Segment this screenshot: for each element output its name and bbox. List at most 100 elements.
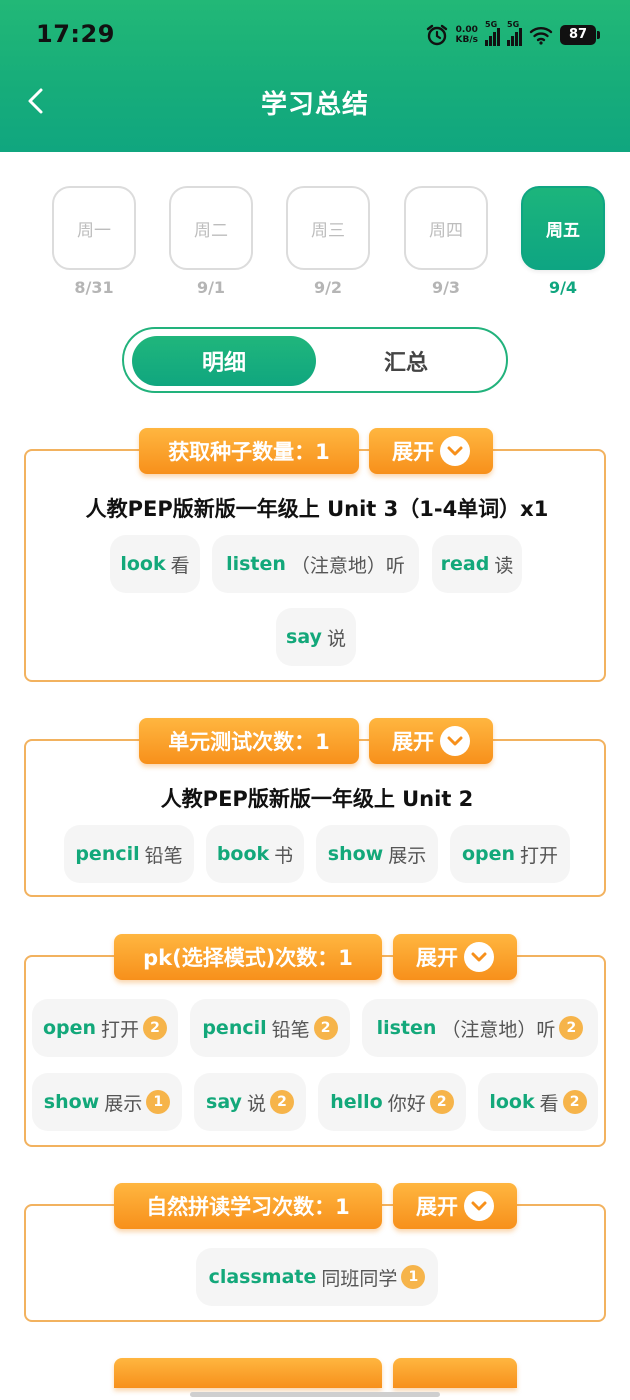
word-chip[interactable]: book 书 bbox=[206, 825, 304, 883]
day-tab-mon[interactable]: 周一 8/31 bbox=[52, 186, 136, 297]
word-zh: 说 bbox=[246, 1092, 266, 1115]
word-en: classmate bbox=[208, 1266, 317, 1288]
word-zh: 看 bbox=[170, 554, 190, 577]
word-chip[interactable]: listen （注意地）听 2 bbox=[362, 999, 598, 1057]
network-speed-unit: KB/s bbox=[455, 35, 478, 45]
section-label-pk: pk(选择模式)次数：1 bbox=[114, 934, 382, 980]
word-zh: 书 bbox=[274, 844, 294, 867]
day-tab-wed[interactable]: 周三 9/2 bbox=[286, 186, 370, 297]
count-badge: 2 bbox=[559, 1016, 584, 1040]
network-speed-value: 0.00 bbox=[455, 25, 478, 35]
day-date: 9/1 bbox=[196, 278, 226, 297]
chevron-down-icon bbox=[464, 1191, 494, 1221]
word-en: hello bbox=[330, 1091, 383, 1113]
section-label-unit-test: 单元测试次数：1 bbox=[139, 718, 359, 764]
count-badge: 2 bbox=[313, 1016, 338, 1040]
expand-label: 展开 bbox=[392, 440, 434, 464]
word-chip[interactable]: hello 你好 2 bbox=[318, 1073, 466, 1131]
alarm-icon bbox=[426, 24, 447, 46]
expand-button-unit-test[interactable]: 展开 bbox=[369, 718, 493, 764]
day-label: 周四 bbox=[404, 186, 488, 270]
section-title: 人教PEP版新版一年级上 Unit 3（1-4单词）x1 bbox=[85, 497, 549, 521]
count-badge: 1 bbox=[146, 1090, 171, 1114]
word-zh: 同班同学 bbox=[321, 1267, 398, 1290]
word-en: open bbox=[461, 843, 516, 865]
word-en: pencil bbox=[202, 1017, 267, 1039]
expand-label: 展开 bbox=[392, 730, 434, 754]
toggle-summary-button[interactable]: 汇总 bbox=[314, 336, 498, 386]
sim2-label: 5G bbox=[507, 20, 520, 29]
expand-label: 展开 bbox=[416, 1195, 458, 1219]
word-zh: 说 bbox=[326, 627, 346, 650]
expand-label: 展开 bbox=[416, 946, 458, 970]
word-chip[interactable]: open 打开 2 bbox=[32, 999, 178, 1057]
word-zh: 打开 bbox=[520, 844, 559, 867]
day-label: 周三 bbox=[286, 186, 370, 270]
app-header: 17:29 0.00 KB/s 5G 5G 87 学习总结 bbox=[0, 0, 630, 152]
page-title: 学习总结 bbox=[260, 90, 369, 120]
count-badge: 2 bbox=[269, 1090, 294, 1114]
expand-button-phonics[interactable]: 展开 bbox=[393, 1183, 517, 1229]
word-chip[interactable]: read 读 bbox=[432, 535, 522, 593]
expand-button-pk[interactable]: 展开 bbox=[393, 934, 517, 980]
day-label: 周一 bbox=[52, 186, 136, 270]
day-selector: 周一 8/31 周二 9/1 周三 9/2 周四 9/3 周五 9/4 bbox=[0, 186, 630, 306]
word-zh: 展示 bbox=[388, 844, 427, 867]
expand-button-next[interactable] bbox=[393, 1358, 517, 1388]
section-label-phonics: 自然拼读学习次数：1 bbox=[114, 1183, 382, 1229]
word-en: say bbox=[286, 626, 322, 648]
word-en: read bbox=[440, 553, 490, 575]
status-time: 17:29 bbox=[36, 20, 115, 48]
day-label: 周二 bbox=[169, 186, 253, 270]
word-chip[interactable]: show 展示 1 bbox=[32, 1073, 182, 1131]
word-zh: 打开 bbox=[101, 1018, 140, 1041]
word-chip[interactable]: show 展示 bbox=[316, 825, 438, 883]
word-zh: （注意地）听 bbox=[441, 1018, 556, 1041]
word-chip[interactable]: classmate 同班同学 1 bbox=[196, 1248, 438, 1306]
wifi-icon bbox=[529, 27, 553, 45]
word-chip[interactable]: look 看 bbox=[110, 535, 200, 593]
signal-icon-sim2: 5G bbox=[507, 20, 522, 46]
word-en: show bbox=[43, 1091, 100, 1113]
section-card-seeds: 人教PEP版新版一年级上 Unit 3（1-4单词）x1 look 看 liste… bbox=[24, 449, 606, 682]
count-badge: 2 bbox=[143, 1016, 168, 1040]
chevron-down-icon bbox=[464, 942, 494, 972]
day-date: 9/2 bbox=[313, 278, 343, 297]
day-tab-fri[interactable]: 周五 9/4 bbox=[521, 186, 605, 297]
network-speed: 0.00 KB/s bbox=[456, 25, 478, 45]
day-date: 9/3 bbox=[431, 278, 461, 297]
word-chip[interactable]: listen （注意地）听 bbox=[212, 535, 419, 593]
word-chip[interactable]: open 打开 bbox=[450, 825, 570, 883]
day-date: 9/4 bbox=[548, 278, 578, 297]
word-en: book bbox=[216, 843, 270, 865]
status-bar: 17:29 0.00 KB/s 5G 5G 87 bbox=[0, 0, 630, 70]
toggle-detail-button[interactable]: 明细 bbox=[132, 336, 316, 386]
word-chip[interactable]: pencil 铅笔 bbox=[64, 825, 194, 883]
signal-icon-sim1: 5G bbox=[485, 20, 500, 46]
chevron-down-icon bbox=[440, 436, 470, 466]
count-badge: 2 bbox=[562, 1090, 587, 1114]
word-chip[interactable]: say 说 bbox=[276, 608, 356, 666]
word-chip[interactable]: say 说 2 bbox=[194, 1073, 306, 1131]
view-toggle: 明细 汇总 bbox=[122, 327, 508, 393]
word-en: look bbox=[120, 553, 166, 575]
section-label-seeds: 获取种子数量：1 bbox=[139, 428, 359, 474]
word-en: show bbox=[327, 843, 384, 865]
day-tab-thu[interactable]: 周四 9/3 bbox=[404, 186, 488, 297]
section-card-pk: open 打开 2 pencil 铅笔 2 listen （注意地）听 2 show 展示 1 … bbox=[24, 955, 606, 1147]
word-en: pencil bbox=[75, 843, 140, 865]
day-tab-tue[interactable]: 周二 9/1 bbox=[169, 186, 253, 297]
word-zh: 铅笔 bbox=[144, 844, 183, 867]
count-badge: 2 bbox=[429, 1090, 454, 1114]
chevron-down-icon bbox=[440, 726, 470, 756]
word-zh: 展示 bbox=[104, 1092, 143, 1115]
count-badge: 1 bbox=[401, 1265, 426, 1289]
word-zh: 读 bbox=[494, 554, 514, 577]
word-en: look bbox=[489, 1091, 535, 1113]
home-indicator[interactable] bbox=[190, 1392, 440, 1397]
word-chip[interactable]: look 看 2 bbox=[478, 1073, 598, 1131]
word-zh: 看 bbox=[539, 1092, 559, 1115]
word-chip[interactable]: pencil 铅笔 2 bbox=[190, 999, 350, 1057]
expand-button-seeds[interactable]: 展开 bbox=[369, 428, 493, 474]
word-zh: 铅笔 bbox=[271, 1018, 310, 1041]
